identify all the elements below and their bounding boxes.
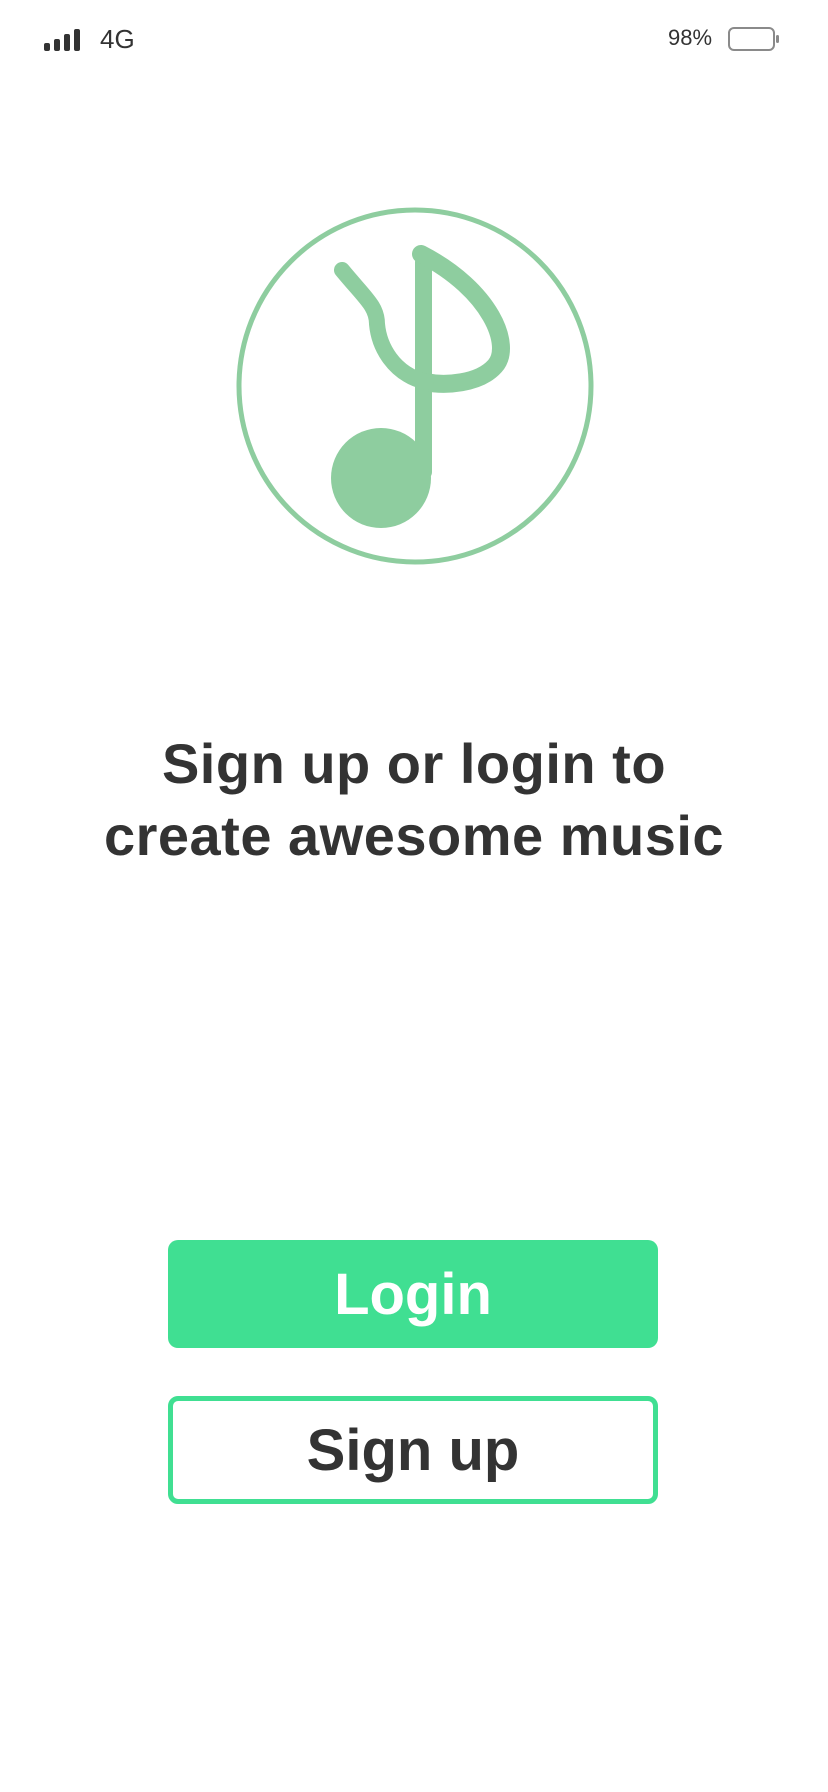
headline-line-2: create awesome music	[103, 804, 725, 867]
network-type: 4G	[100, 24, 135, 54]
headline: Sign up or login to create awesome music	[60, 728, 768, 872]
login-button[interactable]: Login	[168, 1240, 658, 1348]
signup-button[interactable]: Sign up	[168, 1396, 658, 1504]
signal-bars-icon	[44, 29, 80, 51]
headline-line-1: Sign up or login to	[161, 732, 667, 795]
status-bar: 4G 98%	[0, 0, 828, 80]
battery-percentage: 98%	[668, 25, 713, 50]
music-note-icon	[236, 207, 594, 565]
battery-icon	[728, 27, 779, 51]
